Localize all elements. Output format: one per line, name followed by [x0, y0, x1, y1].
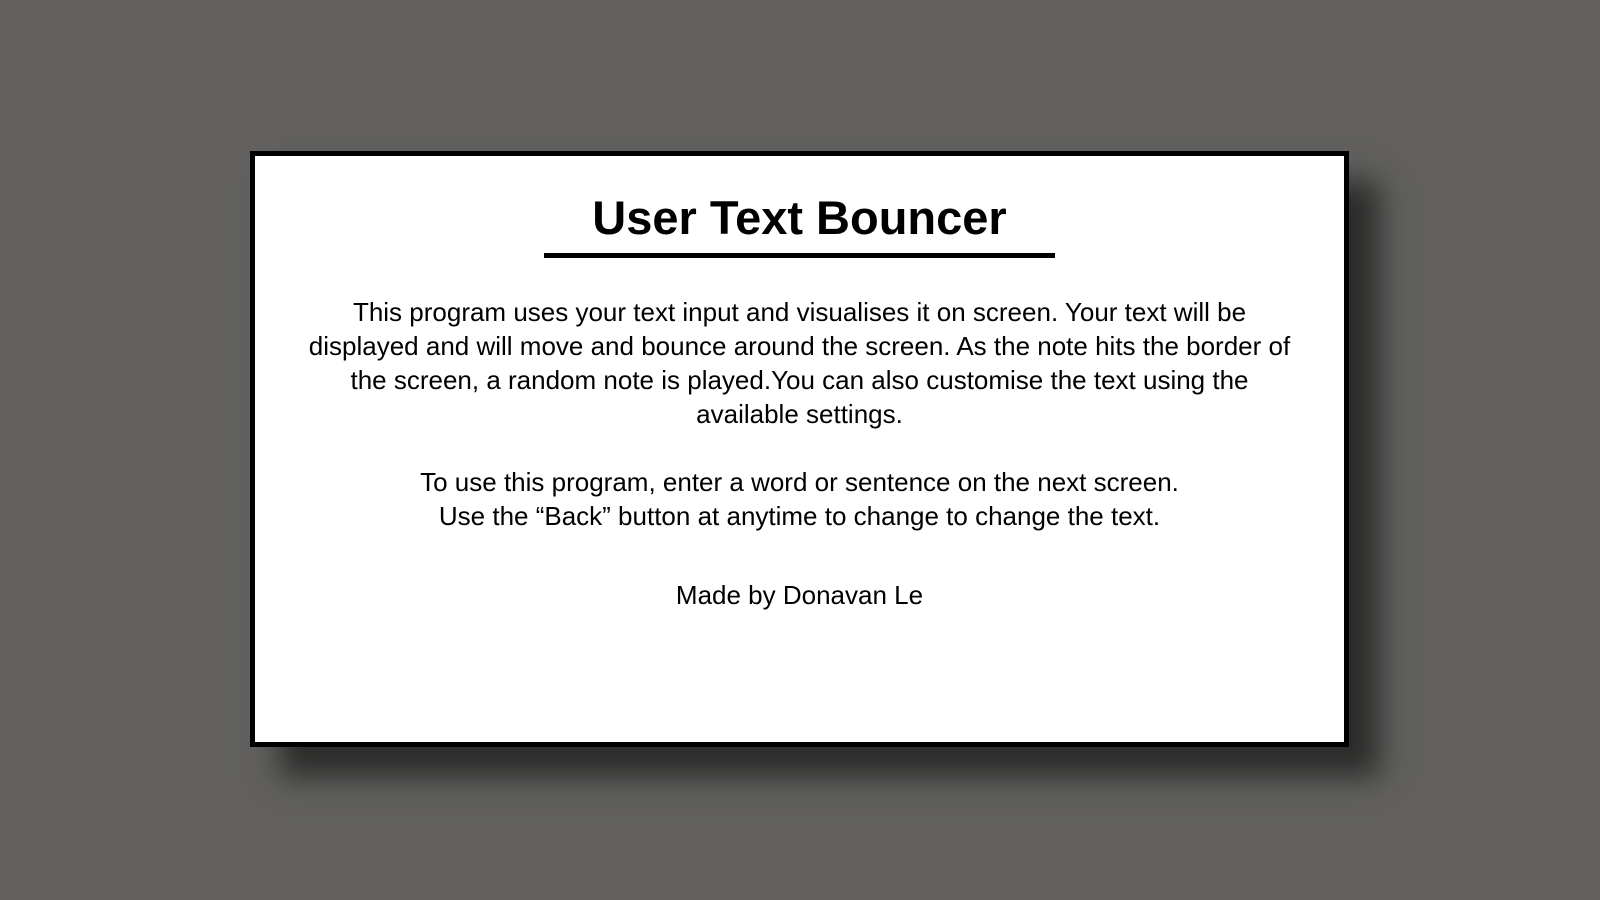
- page-title: User Text Bouncer: [544, 193, 1055, 258]
- intro-card: User Text Bouncer This program uses your…: [250, 151, 1349, 747]
- instruction-line-2: Use the “Back” button at anytime to chan…: [438, 501, 1161, 531]
- instructions-block: To use this program, enter a word or sen…: [305, 465, 1295, 533]
- instruction-line-1: To use this program, enter a word or sen…: [420, 467, 1179, 497]
- description-text: This program uses your text input and vi…: [308, 297, 1291, 429]
- author-credit: Made by Donavan Le: [675, 580, 924, 610]
